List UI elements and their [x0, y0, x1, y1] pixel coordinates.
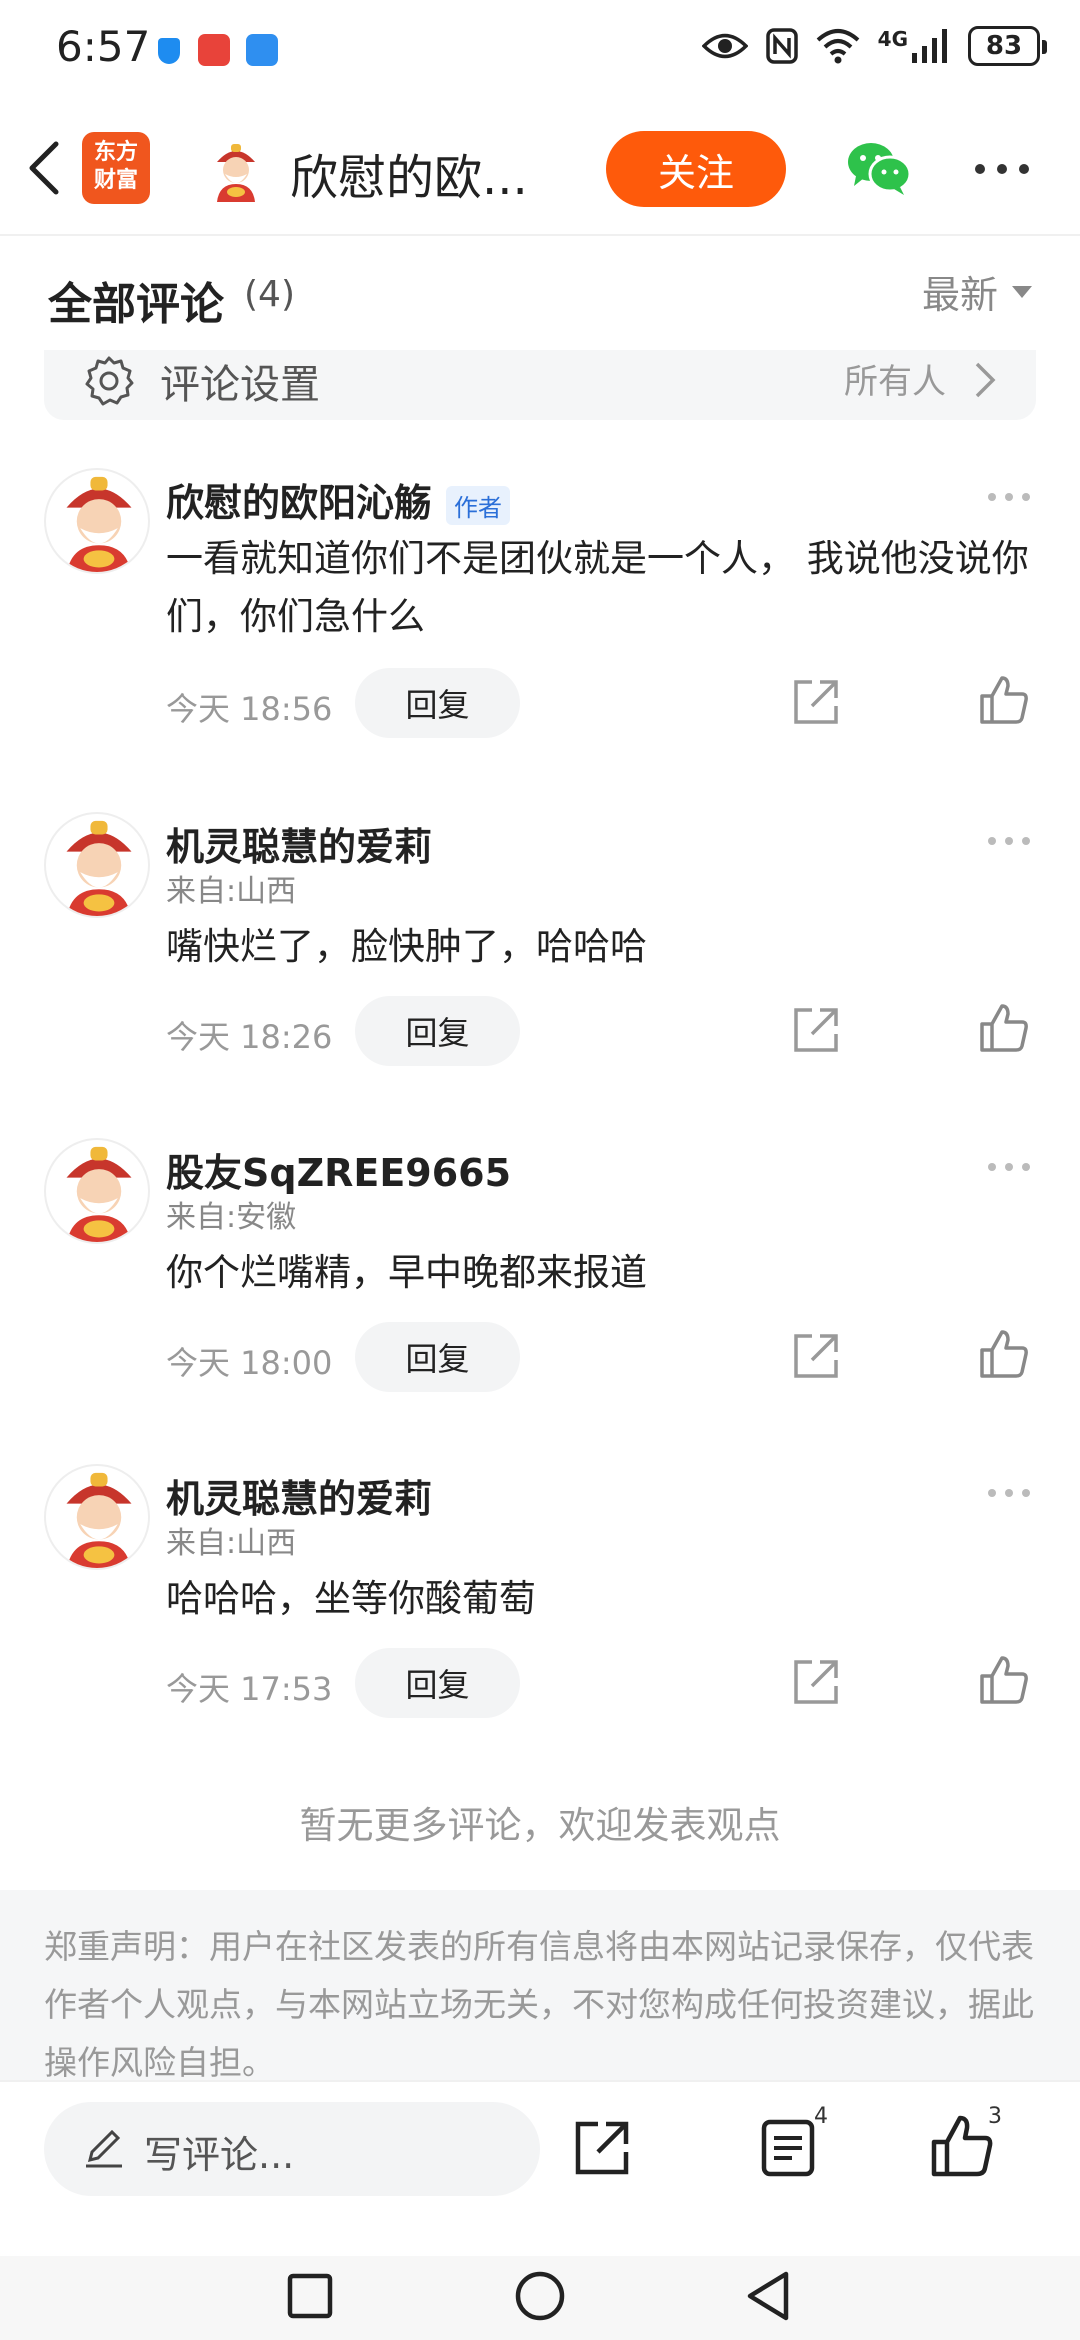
thumbs-up-icon[interactable] — [930, 2114, 994, 2178]
bottom-action-bar: 写评论... 4 3 — [0, 2080, 1080, 2256]
avatar-caishen-icon — [66, 476, 132, 572]
write-comment-placeholder: 写评论... — [144, 2133, 295, 2177]
comments-title: 全部评论 — [48, 279, 224, 330]
comment-text: 嘴快烂了，脸快肿了，哈哈哈 — [166, 925, 647, 968]
author-badge: 作者 — [446, 486, 511, 525]
comments-header: 全部评论 (4) 最新 — [0, 238, 1080, 348]
comment-time: 今天 17:53 — [166, 1670, 333, 1708]
avatar-caishen-icon — [66, 1146, 132, 1242]
comment-list-icon[interactable] — [758, 2118, 818, 2178]
eye-icon — [701, 33, 748, 59]
pencil-icon — [86, 2129, 122, 2168]
comment-text: 你个烂嘴精，早中晚都来报道 — [166, 1251, 647, 1294]
app-notification-icon — [198, 34, 230, 66]
caret-down-icon — [1012, 285, 1032, 298]
page-title: 欣慰的欧... — [290, 150, 528, 206]
no-more-comments: 暂无更多评论，欢迎发表观点 — [299, 1804, 781, 1847]
wifi-icon — [816, 29, 859, 64]
home-icon[interactable] — [510, 2266, 570, 2326]
comment-item: 股友SqZREE9665 来自:安徽 你个烂嘴精，早中晚都来报道 今天 18:0… — [0, 1138, 1080, 1398]
comment-username[interactable]: 股友SqZREE9665 — [166, 1142, 511, 1197]
top-navigation: 东方 财富 欣慰的欧... 关注 — [0, 100, 1080, 236]
comment-location: 来自:山西 — [166, 1526, 297, 1561]
comment-time: 今天 18:00 — [166, 1344, 333, 1382]
comment-more-icon[interactable] — [986, 1160, 1032, 1174]
battery-level: 83 — [985, 31, 1023, 61]
shield-icon — [158, 38, 180, 64]
thumbs-up-icon[interactable] — [978, 1002, 1030, 1054]
share-icon[interactable] — [790, 676, 842, 728]
comment-location: 来自:安徽 — [166, 1200, 297, 1235]
gear-icon — [85, 356, 134, 406]
logo-line-1: 东方 — [93, 140, 138, 165]
comment-username[interactable]: 机灵聪慧的爱莉 — [166, 1468, 432, 1523]
status-time: 6:57 — [56, 22, 151, 71]
share-icon[interactable] — [572, 2118, 632, 2178]
follow-button[interactable]: 关注 — [606, 131, 786, 207]
weather-icon — [246, 34, 278, 66]
thumbs-up-icon[interactable] — [978, 1328, 1030, 1380]
settings-label: 评论设置 — [160, 362, 320, 408]
thumbs-up-icon[interactable] — [978, 1654, 1030, 1706]
username-text: 欣慰的欧阳沁觞 — [166, 481, 433, 525]
comment-more-icon[interactable] — [986, 490, 1032, 504]
like-count-badge: 3 — [988, 2104, 1002, 2129]
user-avatar[interactable] — [44, 468, 150, 574]
comment-count-badge: 4 — [814, 2104, 828, 2129]
recent-apps-icon[interactable] — [280, 2266, 340, 2326]
sort-label: 最新 — [921, 273, 998, 317]
comment-item: 机灵聪慧的爱莉 来自:山西 哈哈哈，坐等你酸葡萄 今天 17:53 回复 — [0, 1464, 1080, 1724]
more-options-icon[interactable] — [972, 154, 1032, 184]
back-arrow-icon[interactable] — [20, 138, 70, 198]
write-comment-input[interactable]: 写评论... — [44, 2102, 540, 2196]
comment-more-icon[interactable] — [986, 1486, 1032, 1500]
reply-button[interactable]: 回复 — [355, 668, 520, 738]
comment-location: 来自:山西 — [166, 874, 297, 909]
battery-indicator: 83 — [968, 26, 1047, 66]
thumbs-up-icon[interactable] — [978, 674, 1030, 726]
disclaimer-text: 郑重声明：用户在社区发表的所有信息将由本网站记录保存，仅代表作者个人观点，与本网… — [44, 1927, 1034, 2082]
disclaimer-box: 郑重声明：用户在社区发表的所有信息将由本网站记录保存，仅代表作者个人观点，与本网… — [0, 1890, 1080, 2082]
avatar-caishen-icon — [66, 820, 132, 916]
comment-text: 一看就知道你们不是团伙就是一个人， 我说他没说你们，你们急什么 — [166, 537, 1029, 638]
comment-time: 今天 18:56 — [166, 690, 333, 728]
comment-time: 今天 18:26 — [166, 1018, 333, 1056]
sort-dropdown[interactable]: 最新 — [922, 264, 1032, 319]
wechat-icon[interactable] — [846, 140, 912, 196]
back-icon[interactable] — [740, 2266, 800, 2326]
system-navigation-bar — [0, 2256, 1080, 2340]
share-icon[interactable] — [790, 1004, 842, 1056]
comment-username[interactable]: 欣慰的欧阳沁觞 作者 — [166, 472, 511, 527]
settings-value: 所有人 — [844, 362, 946, 402]
comment-more-icon[interactable] — [986, 834, 1032, 848]
reply-button[interactable]: 回复 — [355, 996, 520, 1066]
status-bar: 6:57 4G 83 — [0, 0, 1080, 100]
chevron-right-icon — [975, 362, 996, 398]
nfc-icon — [765, 28, 798, 64]
user-avatar[interactable] — [44, 812, 150, 918]
reply-button[interactable]: 回复 — [355, 1322, 520, 1392]
comment-username[interactable]: 机灵聪慧的爱莉 — [166, 816, 432, 871]
reply-button[interactable]: 回复 — [355, 1648, 520, 1718]
user-avatar[interactable] — [44, 1464, 150, 1570]
comments-count: (4) — [244, 274, 295, 315]
network-type: 4G — [877, 27, 908, 51]
comment-item: 欣慰的欧阳沁觞 作者 一看就知道你们不是团伙就是一个人， 我说他没说你们，你们急什… — [0, 468, 1080, 748]
share-icon[interactable] — [790, 1656, 842, 1708]
signal-icon — [912, 29, 947, 63]
logo-line-2: 财富 — [93, 168, 138, 193]
author-avatar-icon[interactable] — [205, 140, 267, 202]
comment-text: 哈哈哈，坐等你酸葡萄 — [166, 1577, 536, 1620]
comment-item: 机灵聪慧的爱莉 来自:山西 嘴快烂了，脸快肿了，哈哈哈 今天 18:26 回复 — [0, 812, 1080, 1072]
user-avatar[interactable] — [44, 1138, 150, 1244]
app-logo[interactable]: 东方 财富 — [82, 132, 150, 204]
avatar-caishen-icon — [66, 1472, 132, 1568]
comment-settings-row[interactable]: 评论设置 所有人 — [44, 350, 1036, 420]
share-icon[interactable] — [790, 1330, 842, 1382]
